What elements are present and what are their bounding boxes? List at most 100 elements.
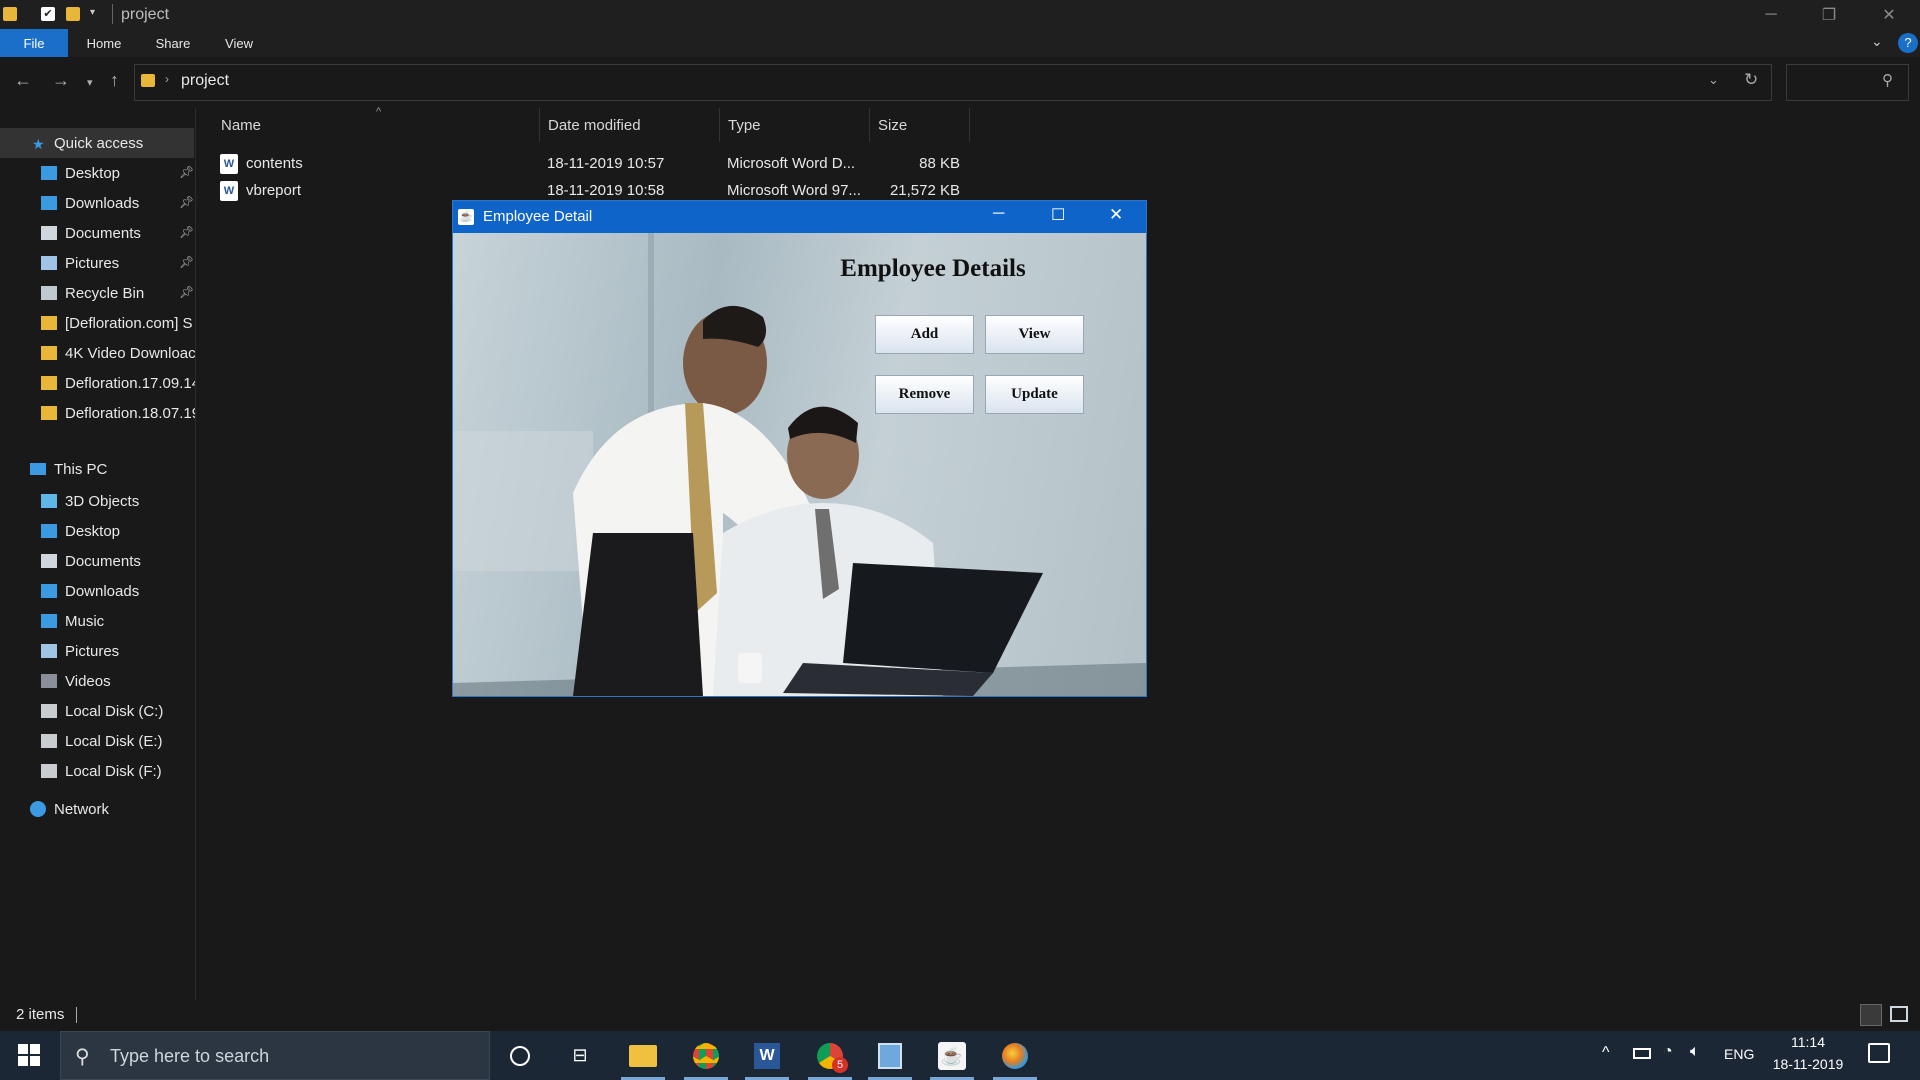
minimize-icon[interactable]: ─: [1742, 0, 1800, 29]
large-icons-view-icon[interactable]: [1890, 1006, 1908, 1022]
column-header-type[interactable]: Type: [720, 108, 870, 142]
address-path[interactable]: project: [181, 72, 229, 90]
tab-home[interactable]: Home: [72, 29, 136, 57]
employee-details-heading: Employee Details: [840, 255, 1026, 282]
folder-icon: [41, 376, 57, 390]
sidebar-item-defloration-18-07-19[interactable]: Defloration.18.07.19: [0, 398, 195, 428]
forward-arrow-icon[interactable]: →: [52, 70, 70, 91]
address-bar[interactable]: [134, 64, 1772, 101]
this-pc-icon: [30, 463, 46, 475]
expand-ribbon-icon[interactable]: ⌄: [1871, 33, 1883, 50]
pin-icon[interactable]: 📌︎: [179, 285, 194, 299]
tab-view[interactable]: View: [210, 29, 268, 57]
tab-file[interactable]: File: [0, 29, 68, 57]
clock-time[interactable]: 11:14: [1768, 1034, 1848, 1050]
sidebar-item-recycle-bin[interactable]: Recycle Bin 📌︎: [0, 278, 195, 308]
cortana-icon[interactable]: [490, 1031, 550, 1080]
properties-icon[interactable]: ✔: [41, 7, 55, 21]
sidebar-item-local-disk-e[interactable]: Local Disk (E:): [0, 726, 195, 756]
sidebar-item-videos[interactable]: Videos: [0, 666, 195, 696]
sidebar-item-documents[interactable]: Documents: [0, 546, 195, 576]
drive-icon: [41, 704, 57, 718]
close-icon[interactable]: ✕: [1858, 0, 1920, 29]
file-explorer-taskbar-icon[interactable]: [613, 1031, 673, 1080]
volume-icon[interactable]: 🔈︎: [1690, 1043, 1700, 1061]
language-indicator[interactable]: ENG: [1724, 1046, 1754, 1062]
folder-icon: [3, 7, 17, 21]
status-divider: [76, 1007, 77, 1023]
chrome-taskbar-icon[interactable]: [676, 1031, 736, 1080]
back-arrow-icon[interactable]: ←: [14, 70, 32, 91]
pin-icon[interactable]: 📌︎: [179, 255, 194, 269]
update-button[interactable]: Update: [985, 375, 1084, 414]
file-row[interactable]: W contents 18-11-2019 10:57 Microsoft Wo…: [220, 150, 980, 177]
chrome-canary-taskbar-icon[interactable]: 5: [800, 1031, 860, 1080]
pin-icon[interactable]: 📌︎: [179, 195, 194, 209]
status-bar: 2 items: [0, 1000, 1920, 1031]
recent-locations-icon[interactable]: ▾: [87, 76, 93, 89]
file-date: 18-11-2019 10:57: [547, 155, 665, 172]
sidebar-item-network[interactable]: Network: [0, 794, 195, 824]
pin-icon[interactable]: 📌︎: [179, 225, 194, 239]
wifi-icon[interactable]: ◔: [1663, 1043, 1673, 1061]
sidebar-item-quick-access[interactable]: ★ Quick access: [0, 128, 194, 158]
add-button[interactable]: Add: [875, 315, 974, 354]
pin-icon[interactable]: 📌︎: [179, 165, 194, 179]
view-button[interactable]: View: [985, 315, 1084, 354]
word-taskbar-icon[interactable]: W: [737, 1031, 797, 1080]
sidebar-item-defloration-17-09-14[interactable]: Defloration.17.09.14: [0, 368, 195, 398]
customize-qat-icon[interactable]: ▾: [90, 7, 95, 18]
documents-icon: [41, 554, 57, 568]
up-arrow-icon[interactable]: ↑: [110, 70, 119, 91]
start-windows-icon[interactable]: [18, 1044, 40, 1066]
word-doc-icon: W: [220, 180, 238, 201]
sidebar-item-documents[interactable]: Documents 📌︎: [0, 218, 195, 248]
close-icon[interactable]: ✕: [1109, 205, 1123, 225]
remove-button[interactable]: Remove: [875, 375, 974, 414]
sidebar-item-pictures[interactable]: Pictures: [0, 636, 195, 666]
file-name: contents: [246, 155, 303, 172]
sidebar-item-desktop[interactable]: Desktop: [0, 516, 195, 546]
file-type: Microsoft Word D...: [727, 155, 856, 172]
show-hidden-icons-icon[interactable]: ^: [1602, 1044, 1610, 1062]
details-view-icon[interactable]: [1860, 1004, 1882, 1026]
downloads-icon: [41, 584, 57, 598]
3d-objects-icon: [41, 494, 57, 508]
tab-share[interactable]: Share: [140, 29, 206, 57]
clock-date[interactable]: 18-11-2019: [1768, 1056, 1848, 1072]
sidebar-item-3d-objects[interactable]: 3D Objects: [0, 486, 195, 516]
help-icon[interactable]: ?: [1898, 33, 1918, 53]
sidebar-item-downloads[interactable]: Downloads 📌︎: [0, 188, 195, 218]
taskbar-search-box[interactable]: ⚲ Type here to search: [60, 1031, 490, 1080]
sidebar-item-desktop[interactable]: Desktop 📌︎: [0, 158, 195, 188]
minimize-icon[interactable]: ─: [993, 205, 1004, 223]
column-header-date[interactable]: Date modified: [540, 108, 720, 142]
sidebar-item-this-pc[interactable]: This PC: [0, 454, 195, 484]
sidebar-item-local-disk-f[interactable]: Local Disk (F:): [0, 756, 195, 786]
column-header-name[interactable]: Name: [213, 108, 540, 142]
column-header-size[interactable]: Size: [870, 108, 970, 142]
breadcrumb-chevron-icon[interactable]: ›: [165, 72, 169, 86]
drive-icon: [41, 734, 57, 748]
battery-icon[interactable]: [1633, 1048, 1651, 1059]
address-dropdown-icon[interactable]: ⌄: [1708, 72, 1719, 88]
paint-taskbar-icon[interactable]: [985, 1031, 1045, 1080]
task-view-icon[interactable]: ⊟: [550, 1031, 610, 1080]
virtualbox-taskbar-icon[interactable]: [860, 1031, 920, 1080]
pictures-icon: [41, 644, 57, 658]
restore-icon[interactable]: ❐: [1800, 0, 1858, 29]
sidebar-item-downloads[interactable]: Downloads: [0, 576, 195, 606]
search-icon[interactable]: ⚲: [1882, 71, 1893, 89]
java-taskbar-icon[interactable]: ☕: [922, 1031, 982, 1080]
sidebar-item-pictures[interactable]: Pictures 📌︎: [0, 248, 195, 278]
sidebar-item-4k-video-downloac[interactable]: 4K Video Downloac: [0, 338, 195, 368]
sidebar-item-defloration-com-s[interactable]: [Defloration.com] S: [0, 308, 195, 338]
navigation-pane: ★ Quick access Desktop 📌︎ Downloads 📌︎ Docum…: [0, 108, 196, 1000]
refresh-icon[interactable]: ↻: [1744, 70, 1758, 90]
dialog-body: Employee Details Add View Remove Update: [453, 233, 1146, 696]
sidebar-item-local-disk-c[interactable]: Local Disk (C:): [0, 696, 195, 726]
sidebar-item-music[interactable]: Music: [0, 606, 195, 636]
maximize-icon[interactable]: ☐: [1051, 205, 1065, 225]
action-center-icon[interactable]: [1868, 1043, 1890, 1063]
new-folder-icon[interactable]: [66, 7, 80, 21]
